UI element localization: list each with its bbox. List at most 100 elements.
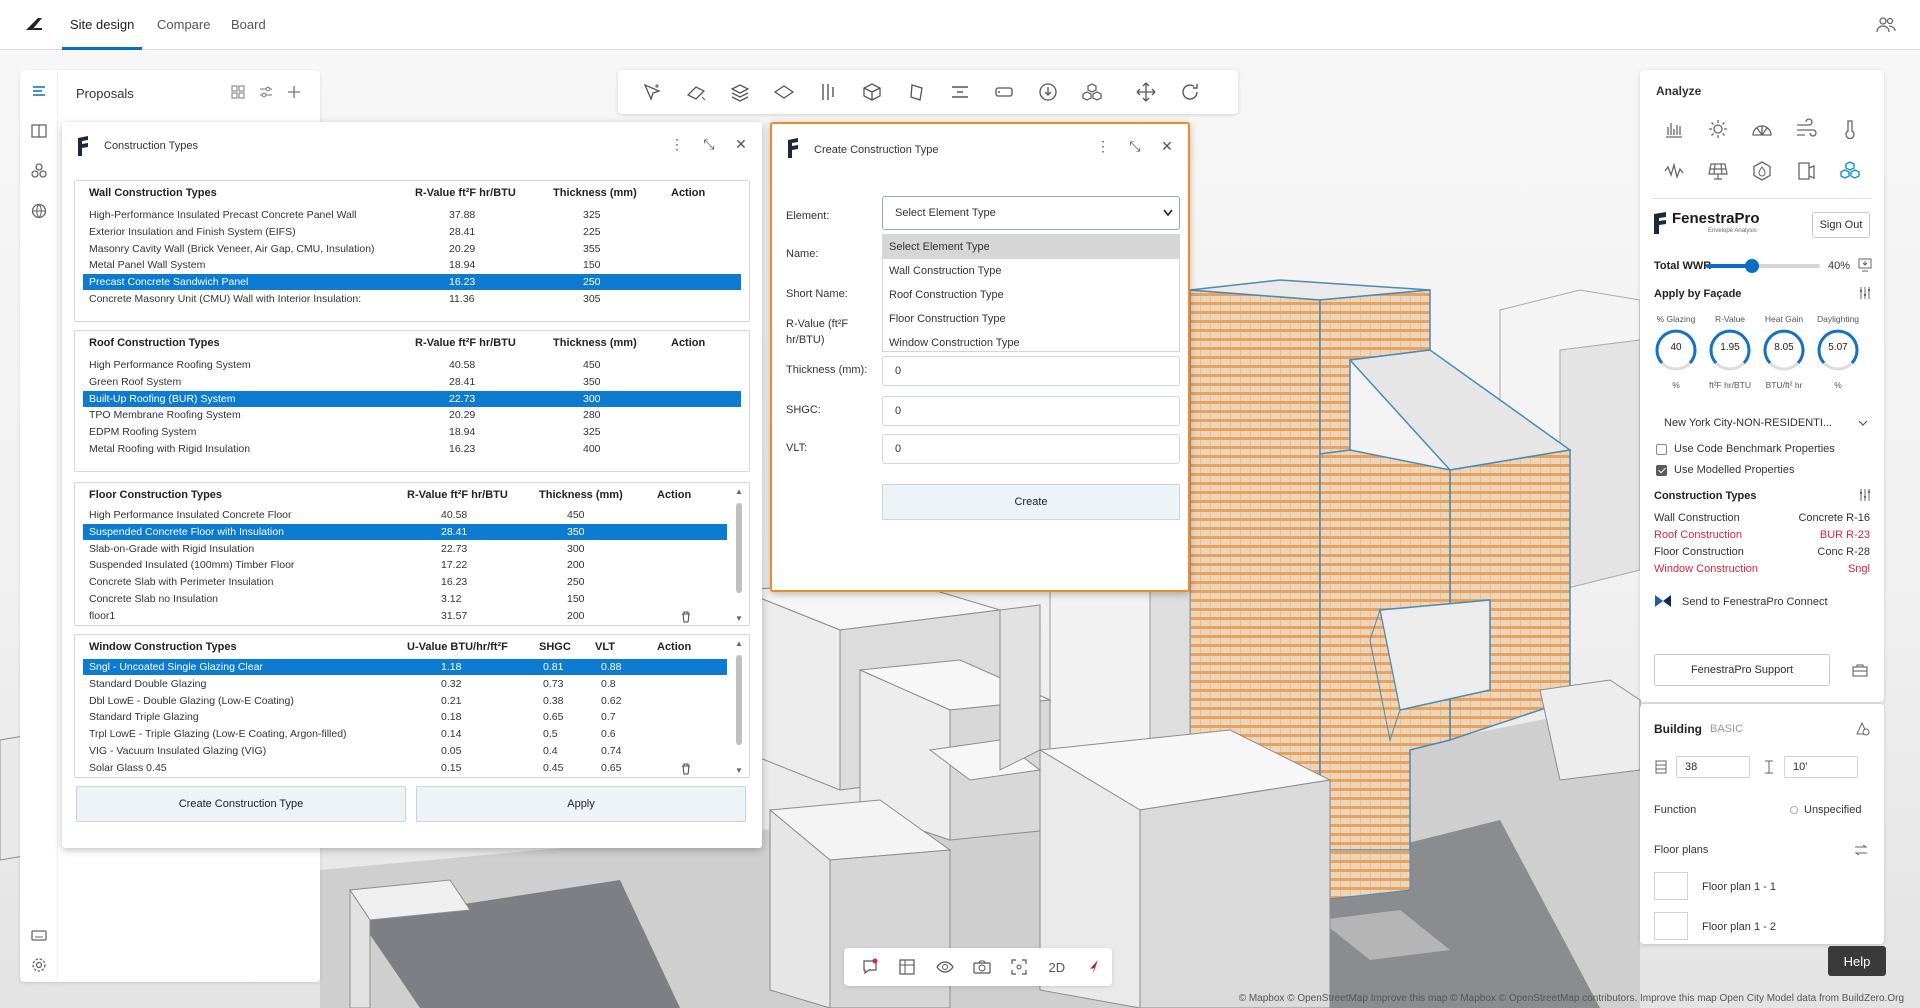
swap-icon[interactable] xyxy=(1854,844,1868,856)
tab-site-design[interactable]: Site design xyxy=(70,17,134,32)
analysis-sky[interactable] xyxy=(1740,114,1784,144)
floor-height-input[interactable]: 10' xyxy=(1784,756,1858,778)
table-row[interactable]: Suspended Insulated (100mm) Timber Floor… xyxy=(83,557,727,573)
building-info-icon[interactable] xyxy=(1854,720,1870,736)
analysis-wind[interactable] xyxy=(1784,114,1828,144)
create-construction-type-button[interactable]: Create Construction Type xyxy=(76,786,406,822)
building-tool[interactable] xyxy=(720,76,760,108)
chevron-down-icon[interactable] xyxy=(1858,420,1868,428)
floor-plan-item[interactable]: Floor plan 1 - 1 xyxy=(1702,881,1776,893)
floor-count-input[interactable]: 38 xyxy=(1676,756,1750,778)
tab-compare[interactable]: Compare xyxy=(157,17,210,32)
monitor-download-icon[interactable] xyxy=(1858,258,1872,272)
components-tool[interactable] xyxy=(1072,76,1112,108)
table-row[interactable]: Dbl LowE - Double Glazing (Low-E Coating… xyxy=(83,693,727,709)
briefcase-icon[interactable] xyxy=(1852,662,1868,678)
gauge-dial[interactable]: 40 xyxy=(1654,328,1698,372)
trash-icon[interactable] xyxy=(680,611,692,623)
table-row[interactable]: Suspended Concrete Floor with Insulation… xyxy=(83,523,727,540)
table-row[interactable]: Sngl - Uncoated Single Glazing Clear 1.18… xyxy=(83,659,727,675)
gauge-dial[interactable]: 8.05 xyxy=(1762,328,1806,372)
construction-settings-icon[interactable] xyxy=(1858,488,1872,502)
table-row[interactable]: Concrete Slab no Insulation 3.12 150 xyxy=(83,591,727,607)
notes-tool[interactable] xyxy=(852,952,887,982)
compass-tool[interactable] xyxy=(1077,952,1112,982)
apply-button[interactable]: Apply xyxy=(416,786,746,822)
dropdown-option[interactable]: Select Element Type xyxy=(883,235,1179,259)
table-row[interactable]: Green Roof System 28.41 350 xyxy=(83,374,741,390)
table-row[interactable]: EDPM Roofing System 18.94 325 xyxy=(83,424,741,440)
table-row[interactable]: Exterior Insulation and Finish System (E… xyxy=(83,224,741,240)
globe-icon[interactable] xyxy=(30,202,48,220)
construction-type-value[interactable]: Conc R-28 xyxy=(1817,546,1870,558)
trash-icon[interactable] xyxy=(680,763,692,775)
rotate-tool[interactable] xyxy=(1170,76,1210,108)
table-row[interactable]: High Performance Roofing System 40.58 450 xyxy=(83,357,741,373)
fenestrapro-support-button[interactable]: FenestraPro Support xyxy=(1654,654,1830,686)
table-row[interactable]: Precast Concrete Sandwich Panel 16.23 250 xyxy=(83,274,741,291)
table-row[interactable]: Metal Panel Wall System 18.94 150 xyxy=(83,257,741,273)
use-modelled-checkbox[interactable] xyxy=(1656,465,1667,476)
dropdown-option[interactable]: Floor Construction Type xyxy=(883,307,1179,331)
components-icon[interactable] xyxy=(30,162,48,180)
draw-tool[interactable] xyxy=(676,76,716,108)
generate-tool[interactable] xyxy=(632,76,672,108)
table-row[interactable]: Trpl LowE - Triple Glazing (Low-E Coatin… xyxy=(83,726,727,742)
table-row[interactable]: Metal Roofing with Rigid Insulation 16.23… xyxy=(83,441,741,457)
dropdown-option[interactable]: Window Construction Type xyxy=(883,331,1179,355)
gauge-dial[interactable]: 1.95 xyxy=(1708,328,1752,372)
table-row[interactable]: floor1 31.57 200 xyxy=(83,608,727,624)
table-row[interactable]: Masonry Cavity Wall (Brick Veneer, Air G… xyxy=(83,241,741,257)
zone-tool[interactable] xyxy=(764,76,804,108)
more-options-icon[interactable]: ⋮ xyxy=(670,136,684,152)
gauge-dial[interactable]: 5.07 xyxy=(1816,328,1860,372)
wwr-slider[interactable] xyxy=(1706,259,1820,273)
analysis-fenestrapro[interactable] xyxy=(1828,156,1872,186)
add-icon[interactable] xyxy=(286,84,302,100)
analysis-daylight[interactable] xyxy=(1784,156,1828,186)
table-row[interactable]: Built-Up Roofing (BUR) System 22.73 300 xyxy=(83,390,741,407)
close-icon[interactable]: ✕ xyxy=(1160,138,1174,154)
floor-plan-thumbnail[interactable] xyxy=(1654,912,1688,940)
table-row[interactable]: High-Performance Insulated Precast Concr… xyxy=(83,207,741,223)
app-logo-icon[interactable] xyxy=(24,16,44,32)
fit-view-tool[interactable] xyxy=(1002,952,1037,982)
table-row[interactable]: Concrete Slab with Perimeter Insulation 1… xyxy=(83,574,727,590)
dropdown-option[interactable]: Wall Construction Type xyxy=(883,259,1179,283)
create-button[interactable]: Create xyxy=(882,484,1180,520)
menu-icon[interactable] xyxy=(30,82,48,100)
visibility-tool[interactable] xyxy=(927,952,962,982)
settings-gear-icon[interactable] xyxy=(30,956,48,974)
table-row[interactable]: Standard Double Glazing 0.32 0.73 0.8 xyxy=(83,676,727,692)
element-type-select[interactable]: Select Element Type xyxy=(882,196,1180,230)
use-code-benchmark-checkbox[interactable] xyxy=(1656,444,1667,455)
vlt-input[interactable]: 0 xyxy=(882,434,1180,464)
analysis-energy[interactable] xyxy=(1740,156,1784,186)
window-scrollbar[interactable]: ▲ ▼ xyxy=(735,639,743,775)
table-row[interactable]: Slab-on-Grade with Rigid Insulation 22.73… xyxy=(83,541,727,557)
help-button[interactable]: Help xyxy=(1828,946,1886,976)
wwr-slider-knob[interactable] xyxy=(1744,259,1759,273)
road-tool[interactable] xyxy=(940,76,980,108)
keyboard-icon[interactable] xyxy=(30,926,48,944)
table-row[interactable]: Standard Triple Glazing 0.18 0.65 0.7 xyxy=(83,709,727,725)
import-tool[interactable] xyxy=(1028,76,1068,108)
dropdown-option[interactable]: Roof Construction Type xyxy=(883,283,1179,307)
floor-scrollbar[interactable]: ▲ ▼ xyxy=(735,487,743,623)
table-row[interactable]: TPO Membrane Roofing System 20.29 280 xyxy=(83,407,741,423)
shgc-input[interactable]: 0 xyxy=(882,396,1180,426)
sign-out-button[interactable]: Sign Out xyxy=(1812,212,1870,238)
layout-tool[interactable] xyxy=(889,952,924,982)
collaborators-icon[interactable] xyxy=(1876,16,1896,34)
function-value[interactable]: Unspecified xyxy=(1804,804,1861,816)
floor-plan-thumbnail[interactable] xyxy=(1654,872,1688,900)
location-select[interactable]: New York City-NON-RESIDENTI... xyxy=(1664,417,1832,429)
filter-sliders-icon[interactable] xyxy=(258,84,274,100)
extrude-tool[interactable] xyxy=(896,76,936,108)
floor-plan-item[interactable]: Floor plan 1 - 2 xyxy=(1702,921,1776,933)
analysis-temperature[interactable] xyxy=(1828,114,1872,144)
book-icon[interactable] xyxy=(30,122,48,140)
label-tool[interactable] xyxy=(984,76,1024,108)
analysis-chart[interactable] xyxy=(1652,114,1696,144)
analysis-noise[interactable] xyxy=(1652,156,1696,186)
